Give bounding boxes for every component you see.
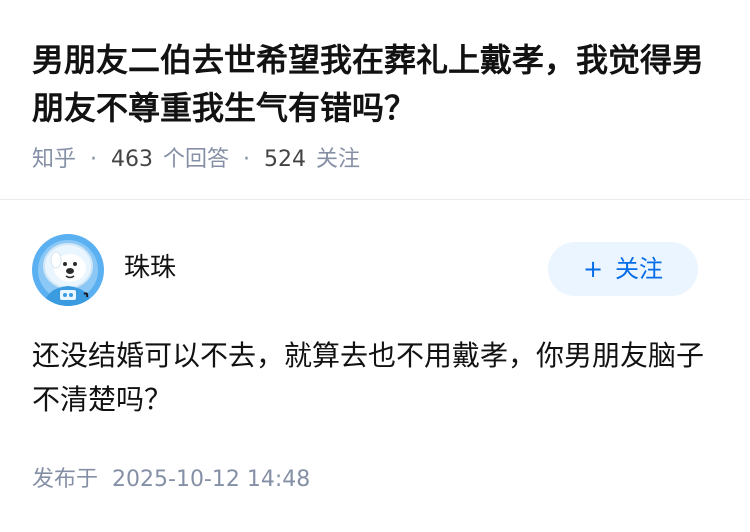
- follow-button-label: 关注: [615, 255, 664, 283]
- source-label[interactable]: 知乎: [32, 147, 76, 172]
- answer-content[interactable]: 还没结婚可以不去，就算去也不用戴孝，你男朋友脑子不清楚吗？: [32, 334, 712, 422]
- plus-icon: +: [582, 255, 604, 283]
- astronaut-dog-avatar-icon: [32, 234, 104, 306]
- follower-count-label: 关注: [316, 147, 361, 172]
- publish-info: 发布于 2025-10-12 14:48: [32, 462, 310, 498]
- question-title[interactable]: 男朋友二伯去世希望我在葬礼上戴孝，我觉得男朋友不尊重我生气有错吗？: [32, 36, 722, 132]
- meta-separator: ·: [243, 147, 251, 172]
- answer-card: 珠珠 + 关注 还没结婚可以不去，就算去也不用戴孝，你男朋友脑子不清楚吗？ 发布于…: [0, 200, 750, 532]
- question-meta: 知乎 · 463 个回答 · 524 关注: [32, 142, 360, 178]
- follower-count: 524: [264, 147, 307, 172]
- publish-label: 发布于: [32, 467, 99, 492]
- question-header: 男朋友二伯去世希望我在葬礼上戴孝，我觉得男朋友不尊重我生气有错吗？ 知乎 · 463…: [0, 0, 750, 200]
- author-name[interactable]: 珠珠: [124, 250, 176, 286]
- meta-separator: ·: [90, 147, 98, 172]
- answer-count: 463: [111, 147, 154, 172]
- publish-time: 2025-10-12 14:48: [112, 467, 311, 492]
- avatar[interactable]: [32, 234, 104, 306]
- answer-count-label[interactable]: 个回答: [163, 147, 229, 172]
- follow-button[interactable]: + 关注: [548, 242, 698, 296]
